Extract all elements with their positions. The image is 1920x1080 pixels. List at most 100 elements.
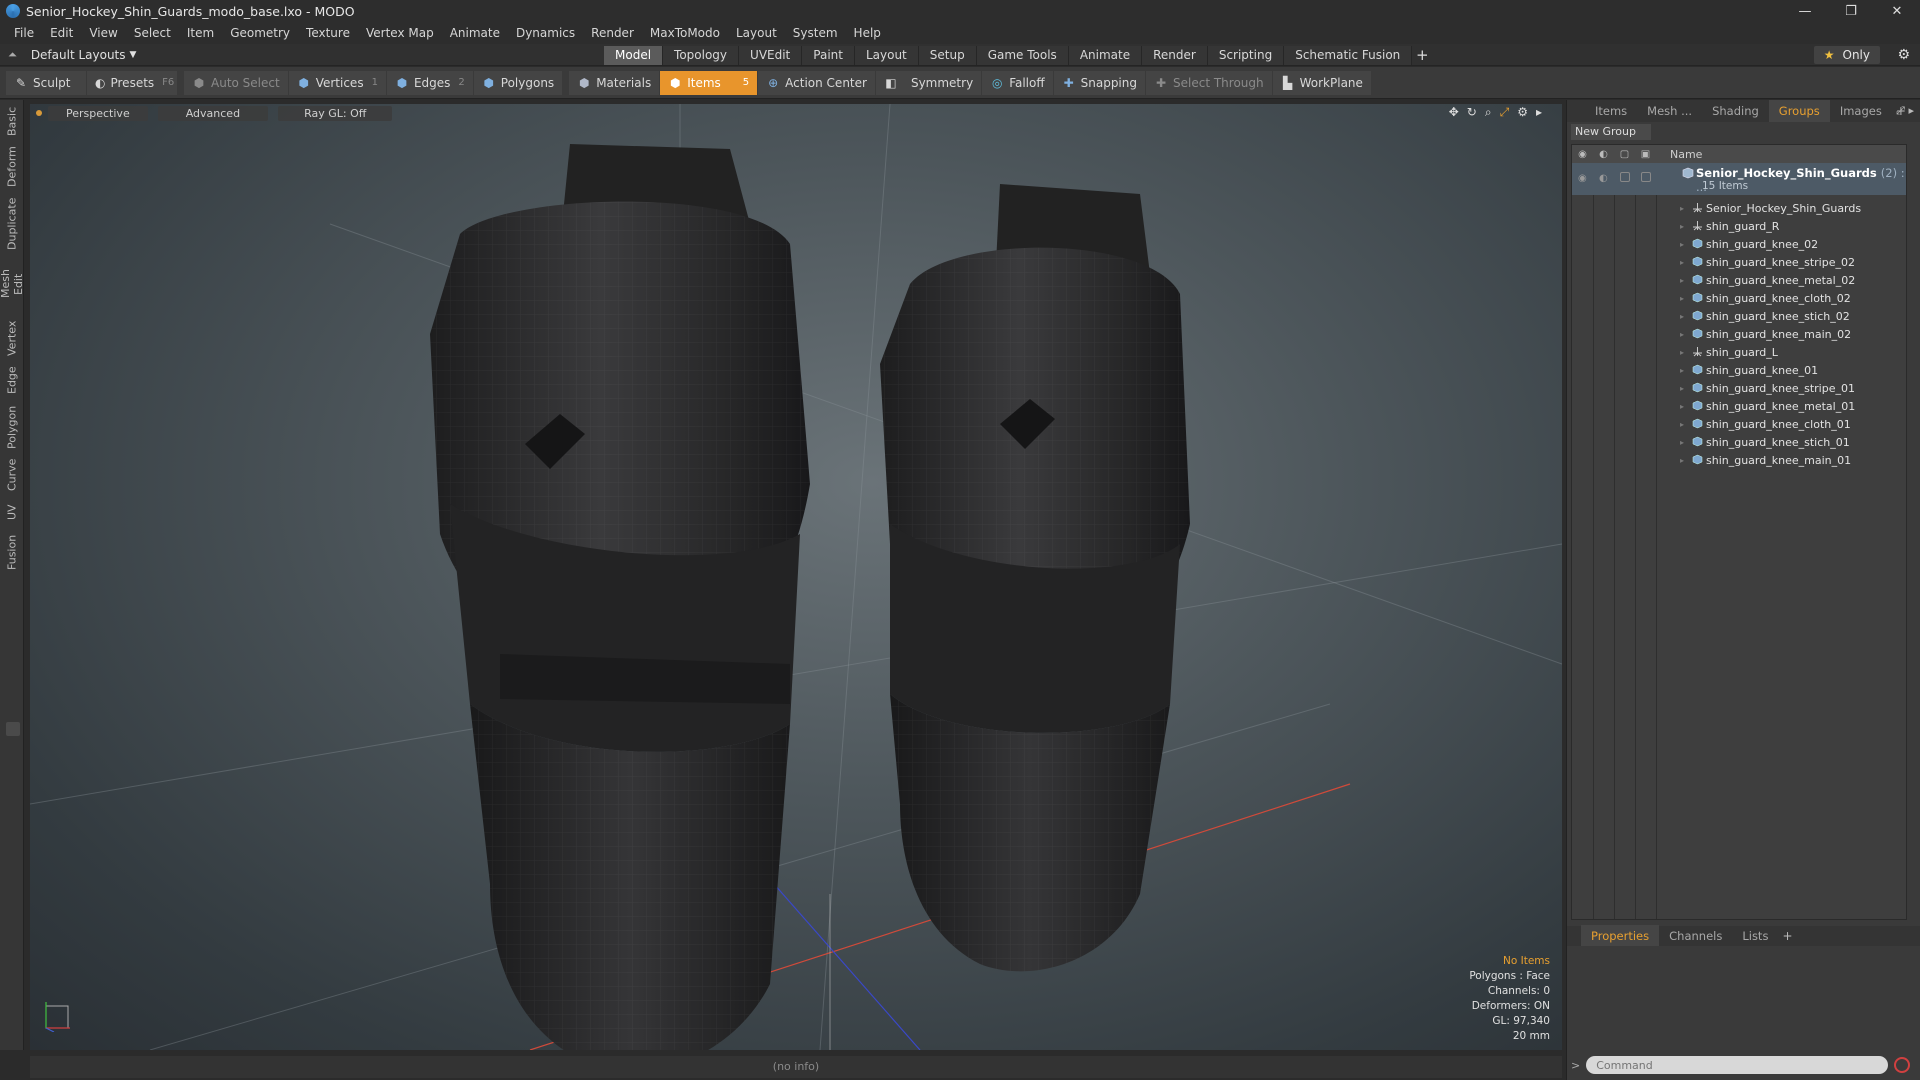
menu-item[interactable]: Item	[179, 26, 222, 40]
menu-layout[interactable]: Layout	[728, 26, 785, 40]
expand-icon[interactable]: ▸	[1680, 240, 1684, 249]
tab-topology[interactable]: Topology	[663, 46, 740, 65]
rotate-view-icon[interactable]: ↻	[1467, 105, 1477, 120]
tab-model[interactable]: Model	[604, 46, 664, 65]
tab-game-tools[interactable]: Game Tools	[976, 46, 1069, 65]
fit-view-icon[interactable]: ⤢	[1500, 105, 1510, 120]
tab-animate[interactable]: Animate	[1068, 46, 1143, 65]
viewport-settings-icon[interactable]: ⚙	[1517, 105, 1528, 120]
vtab-basic[interactable]: Basic	[0, 104, 24, 138]
visibility-column-icon[interactable]: ◉	[1572, 149, 1593, 160]
new-group-button[interactable]: New Group	[1571, 124, 1651, 140]
menu-select[interactable]: Select	[126, 26, 179, 40]
expand-icon[interactable]: ▸	[1680, 276, 1684, 285]
action-center-button[interactable]: ⊕ Action Center	[758, 70, 875, 95]
materials-button[interactable]: ⬢ Materials	[569, 70, 660, 95]
select-through-button[interactable]: ✚ Select Through	[1146, 70, 1272, 95]
list-item[interactable]: ▸ shin_guard_knee_stripe_02	[1572, 253, 1906, 271]
list-item[interactable]: ▸ shin_guard_knee_metal_02	[1572, 271, 1906, 289]
expand-icon[interactable]: ▸	[1680, 222, 1684, 231]
command-input[interactable]	[1586, 1056, 1889, 1074]
add-tab-button[interactable]: +	[1412, 46, 1432, 65]
list-item[interactable]: ▸ shin_guard_knee_main_02	[1572, 325, 1906, 343]
tab-setup[interactable]: Setup	[918, 46, 977, 65]
expand-icon[interactable]: ▸	[1680, 438, 1684, 447]
tab-shading[interactable]: Shading	[1702, 100, 1769, 122]
tab-properties[interactable]: Properties	[1581, 925, 1660, 947]
shading-mode-button[interactable]: Advanced	[157, 105, 269, 121]
list-item[interactable]: ▸ shin_guard_knee_01	[1572, 361, 1906, 379]
list-item[interactable]: ▸ shin_guard_knee_stich_01	[1572, 433, 1906, 451]
menu-file[interactable]: File	[6, 26, 42, 40]
presets-button[interactable]: ◐ Presets F6	[87, 70, 177, 95]
lock-column-icon[interactable]: ▢	[1614, 149, 1635, 160]
list-item[interactable]: ▸ shin_guard_L	[1572, 343, 1906, 361]
tab-schematic-fusion[interactable]: Schematic Fusion	[1284, 46, 1413, 65]
expand-icon[interactable]: ▸	[1680, 366, 1684, 375]
menu-texture[interactable]: Texture	[298, 26, 358, 40]
vtab-vertex[interactable]: Vertex	[0, 318, 24, 358]
auto-select-button[interactable]: ⬢ Auto Select	[184, 70, 288, 95]
vtab-polygon[interactable]: Polygon	[0, 402, 24, 452]
menu-animate[interactable]: Animate	[442, 26, 508, 40]
render-toggle-icon[interactable]: ◐	[1599, 173, 1608, 184]
vtab-edge[interactable]: Edge	[0, 364, 24, 396]
expand-icon[interactable]: ▸	[1680, 420, 1684, 429]
select-column-icon[interactable]: ▣	[1635, 149, 1656, 160]
command-history-icon[interactable]: >	[1571, 1059, 1580, 1072]
falloff-button[interactable]: ◎ Falloff	[982, 70, 1053, 95]
expand-icon[interactable]: ▸	[1680, 330, 1684, 339]
menu-vertex-map[interactable]: Vertex Map	[358, 26, 442, 40]
expand-icon[interactable]: ▸	[1680, 204, 1684, 213]
select-checkbox[interactable]	[1641, 172, 1651, 182]
list-item[interactable]: ▸ Senior_Hockey_Shin_Guards	[1572, 199, 1906, 217]
group-row-selected[interactable]: ◉ ◐ Senior_Hockey_Shin_Guards (2) : ... …	[1572, 163, 1906, 195]
list-item[interactable]: ▸ shin_guard_knee_main_01	[1572, 451, 1906, 469]
expand-icon[interactable]: ▸	[1680, 384, 1684, 393]
tab-layout[interactable]: Layout	[854, 46, 919, 65]
viewport-more-icon[interactable]: ▸	[1536, 105, 1542, 120]
vertices-button[interactable]: ⬢ Vertices 1	[288, 70, 386, 95]
list-item[interactable]: ▸ shin_guard_knee_stich_02	[1572, 307, 1906, 325]
name-column-header[interactable]: Name	[1670, 148, 1702, 161]
list-item[interactable]: ▸ shin_guard_R	[1572, 217, 1906, 235]
tab-scripting[interactable]: Scripting	[1207, 46, 1285, 65]
list-item[interactable]: ▸ shin_guard_knee_02	[1572, 235, 1906, 253]
perspective-button[interactable]: Perspective	[48, 105, 148, 121]
workplane-button[interactable]: ▙ WorkPlane	[1272, 70, 1371, 95]
vtab-deform[interactable]: Deform	[0, 146, 24, 188]
move-view-icon[interactable]: ✥	[1449, 105, 1459, 120]
list-item[interactable]: ▸ shin_guard_knee_cloth_01	[1572, 415, 1906, 433]
tab-images[interactable]: Images	[1830, 100, 1892, 122]
panel-expand-icon[interactable]: ⤢ ▸	[1896, 104, 1914, 118]
expand-icon[interactable]: ▸	[1680, 258, 1684, 267]
items-button[interactable]: ⬢ Items 5	[660, 70, 758, 95]
list-item[interactable]: ▸ shin_guard_knee_stripe_01	[1572, 379, 1906, 397]
expand-icon[interactable]: ▸	[1680, 294, 1684, 303]
edges-button[interactable]: ⬢ Edges 2	[386, 70, 473, 95]
add-props-tab-button[interactable]: +	[1782, 929, 1792, 943]
list-item[interactable]: ▸ shin_guard_knee_metal_01	[1572, 397, 1906, 415]
zoom-view-icon[interactable]: ⌕	[1485, 105, 1492, 120]
vtab-curve[interactable]: Curve	[0, 456, 24, 494]
layout-dropdown[interactable]: ⏶ Default Layouts ▼	[8, 46, 136, 64]
only-toggle[interactable]: ★ Only	[1813, 46, 1880, 64]
stop-icon[interactable]	[1894, 1057, 1911, 1073]
tab-groups[interactable]: Groups	[1768, 100, 1830, 122]
tab-uvedit[interactable]: UVEdit	[739, 46, 803, 65]
menu-dynamics[interactable]: Dynamics	[508, 26, 583, 40]
vtab-uv[interactable]: UV	[0, 500, 24, 524]
vtab-fusion[interactable]: Fusion	[0, 532, 24, 572]
tab-paint[interactable]: Paint	[802, 46, 855, 65]
menu-edit[interactable]: Edit	[42, 26, 81, 40]
tab-channels[interactable]: Channels	[1659, 925, 1732, 947]
menu-help[interactable]: Help	[846, 26, 889, 40]
menu-maxtomodo[interactable]: MaxToModo	[642, 26, 728, 40]
vtab-duplicate[interactable]: Duplicate	[0, 196, 24, 252]
lock-checkbox[interactable]	[1620, 172, 1630, 182]
close-button[interactable]: ✕	[1874, 0, 1920, 22]
expand-icon[interactable]: ▸	[1680, 402, 1684, 411]
expand-icon[interactable]: ▸	[1680, 312, 1684, 321]
panel-scrollbar[interactable]	[1908, 144, 1916, 920]
symmetry-button[interactable]: ◧ Symmetry	[875, 70, 982, 95]
